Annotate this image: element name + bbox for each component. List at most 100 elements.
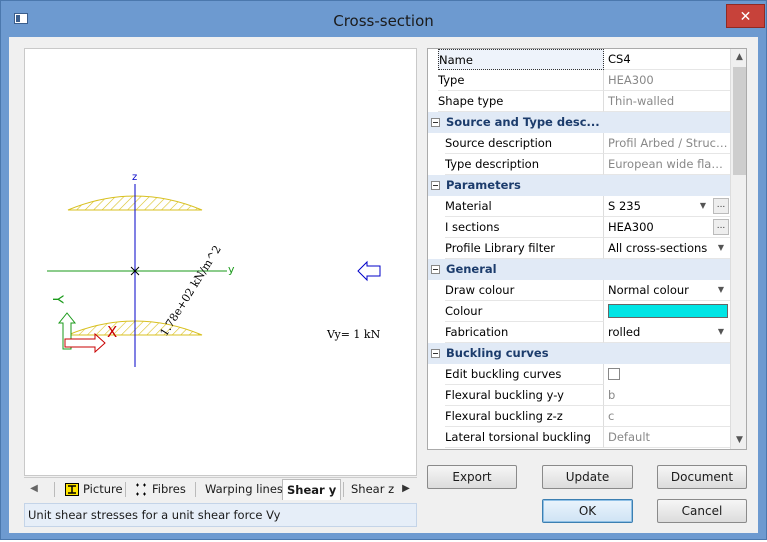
z-axis-label: z bbox=[132, 172, 137, 183]
window-title: Cross-section bbox=[333, 12, 434, 30]
collapse-icon[interactable] bbox=[431, 349, 440, 358]
category-general[interactable]: General bbox=[428, 259, 730, 280]
i-beam-icon bbox=[65, 483, 79, 496]
tab-shear-z[interactable]: Shear z bbox=[347, 479, 398, 500]
tab-warping-lines[interactable]: Warping lines bbox=[201, 479, 287, 500]
fabrication-select[interactable]: rolled bbox=[604, 322, 730, 343]
collapse-icon[interactable] bbox=[431, 181, 440, 190]
tab-warping-lines-label: Warping lines bbox=[205, 482, 283, 496]
status-bar: Unit shear stresses for a unit shear for… bbox=[24, 503, 417, 527]
collapse-icon[interactable] bbox=[431, 265, 440, 274]
prop-row-colour[interactable]: Colour bbox=[428, 301, 730, 322]
prop-row-fabrication[interactable]: Fabrication rolled ▼ bbox=[428, 322, 730, 343]
category-buckling-curves[interactable]: Buckling curves bbox=[428, 343, 730, 364]
prop-label: Material bbox=[445, 196, 604, 217]
prop-row-type-description: Type description European wide flang... bbox=[428, 154, 730, 175]
tab-scroll-right-icon[interactable]: ▶ bbox=[398, 481, 414, 497]
prop-row-flexural-zz: Flexural buckling z-z c bbox=[428, 406, 730, 427]
material-select[interactable]: S 235 bbox=[604, 196, 730, 217]
force-arrow bbox=[357, 260, 381, 282]
category-label: General bbox=[446, 262, 497, 276]
category-label: Parameters bbox=[446, 178, 521, 192]
scroll-up-icon[interactable]: ▲ bbox=[731, 49, 746, 66]
prop-row-material[interactable]: Material S 235 ▼ ... bbox=[428, 196, 730, 217]
prop-row-name[interactable]: Name CS4 bbox=[428, 49, 730, 70]
dropdown-arrow-icon[interactable]: ▼ bbox=[696, 198, 710, 214]
prop-value-type: HEA300 bbox=[604, 70, 730, 91]
prop-row-type: Type HEA300 bbox=[428, 70, 730, 91]
draw-colour-select[interactable]: Normal colour bbox=[604, 280, 730, 301]
tab-separator bbox=[125, 482, 126, 497]
material-ellipsis-button[interactable]: ... bbox=[713, 198, 729, 214]
tab-picture[interactable]: Picture bbox=[61, 479, 127, 500]
edit-buckling-checkbox[interactable] bbox=[608, 368, 620, 380]
property-grid: Name CS4 Type HEA300 Shape type Thin-wal… bbox=[427, 48, 747, 450]
tab-shear-y-label: Shear y bbox=[287, 483, 337, 497]
cancel-button[interactable]: Cancel bbox=[657, 499, 747, 523]
prop-label: Flexural buckling z-z bbox=[445, 406, 604, 427]
ok-button[interactable]: OK bbox=[542, 499, 633, 523]
dropdown-arrow-icon[interactable]: ▼ bbox=[714, 282, 728, 298]
collapse-icon[interactable] bbox=[431, 118, 440, 127]
y-axis-label: y bbox=[228, 263, 235, 276]
tab-separator bbox=[195, 482, 196, 497]
prop-value-shape-type: Thin-walled bbox=[604, 91, 730, 112]
prop-label: Flexural buckling y-y bbox=[445, 385, 604, 406]
tab-fibres-label: Fibres bbox=[152, 482, 186, 496]
cross-section-dialog: Cross-section ✕ z y 1.78e+02 kN/m^2 Vy= … bbox=[0, 0, 767, 540]
tab-shear-z-label: Shear z bbox=[351, 482, 395, 496]
prop-row-library-filter[interactable]: Profile Library filter All cross-section… bbox=[428, 238, 730, 259]
dropdown-arrow-icon[interactable]: ▼ bbox=[714, 324, 728, 340]
prop-row-shape-type: Shape type Thin-walled bbox=[428, 91, 730, 112]
category-label: Source and Type desc... bbox=[446, 115, 600, 129]
title-bar[interactable]: Cross-section ✕ bbox=[1, 1, 766, 37]
dropdown-arrow-icon[interactable]: ▼ bbox=[714, 240, 728, 256]
prop-row-flexural-yy: Flexural buckling y-y b bbox=[428, 385, 730, 406]
section-preview: z y 1.78e+02 kN/m^2 Vy= 1 kN Y X bbox=[24, 48, 417, 476]
prop-value-name[interactable]: CS4 bbox=[604, 49, 730, 70]
prop-label: Type description bbox=[445, 154, 604, 175]
update-button[interactable]: Update bbox=[542, 465, 633, 489]
category-parameters[interactable]: Parameters bbox=[428, 175, 730, 196]
flexural-yy-value: b bbox=[604, 385, 730, 406]
prop-label: Fabrication bbox=[445, 322, 604, 343]
i-sections-value[interactable]: HEA300 bbox=[604, 217, 730, 238]
tab-picture-label: Picture bbox=[83, 482, 123, 496]
library-filter-select[interactable]: All cross-sections bbox=[604, 238, 730, 259]
property-grid-scrollbar[interactable]: ▲ ▼ bbox=[730, 49, 746, 449]
view-tabs: ◀ Picture Fibres Warping lines Shear y S… bbox=[24, 477, 417, 500]
prop-label: Name bbox=[438, 49, 604, 70]
prop-value-type-description: European wide flang... bbox=[604, 154, 730, 175]
i-sections-ellipsis-button[interactable]: ... bbox=[713, 219, 729, 235]
prop-value-source-description: Profil Arbed / Struct... bbox=[604, 133, 730, 154]
lateral-torsional-value: Default bbox=[604, 427, 730, 448]
export-button[interactable]: Export bbox=[427, 465, 517, 489]
colour-swatch[interactable] bbox=[608, 304, 728, 318]
prop-row-i-sections[interactable]: I sections HEA300 ... bbox=[428, 217, 730, 238]
dialog-client-area: z y 1.78e+02 kN/m^2 Vy= 1 kN Y X ◀ Pictu… bbox=[9, 37, 758, 533]
fibres-icon bbox=[136, 483, 146, 496]
prop-row-draw-colour[interactable]: Draw colour Normal colour ▼ bbox=[428, 280, 730, 301]
prop-label: Lateral torsional buckling bbox=[445, 427, 604, 448]
prop-label: Type bbox=[438, 70, 604, 91]
prop-label: Draw colour bbox=[445, 280, 604, 301]
prop-label: Profile Library filter bbox=[445, 238, 604, 259]
prop-label: Source description bbox=[445, 133, 604, 154]
local-Y-label: Y bbox=[49, 294, 65, 304]
close-button[interactable]: ✕ bbox=[726, 4, 765, 28]
prop-label: Edit buckling curves bbox=[445, 364, 604, 385]
prop-label: I sections bbox=[445, 217, 604, 238]
tab-shear-y[interactable]: Shear y bbox=[282, 479, 342, 500]
document-button[interactable]: Document bbox=[657, 465, 747, 489]
flexural-zz-value: c bbox=[604, 406, 730, 427]
scroll-thumb[interactable] bbox=[733, 67, 746, 175]
prop-row-edit-buckling[interactable]: Edit buckling curves bbox=[428, 364, 730, 385]
scroll-down-icon[interactable]: ▼ bbox=[731, 432, 746, 449]
category-label: Buckling curves bbox=[446, 346, 549, 360]
tab-separator bbox=[343, 482, 344, 497]
tab-scroll-left-icon[interactable]: ◀ bbox=[26, 481, 42, 497]
category-source-type[interactable]: Source and Type desc... bbox=[428, 112, 730, 133]
tab-fibres[interactable]: Fibres bbox=[130, 479, 190, 500]
local-X-label: X bbox=[107, 323, 117, 341]
tab-separator bbox=[54, 482, 55, 497]
